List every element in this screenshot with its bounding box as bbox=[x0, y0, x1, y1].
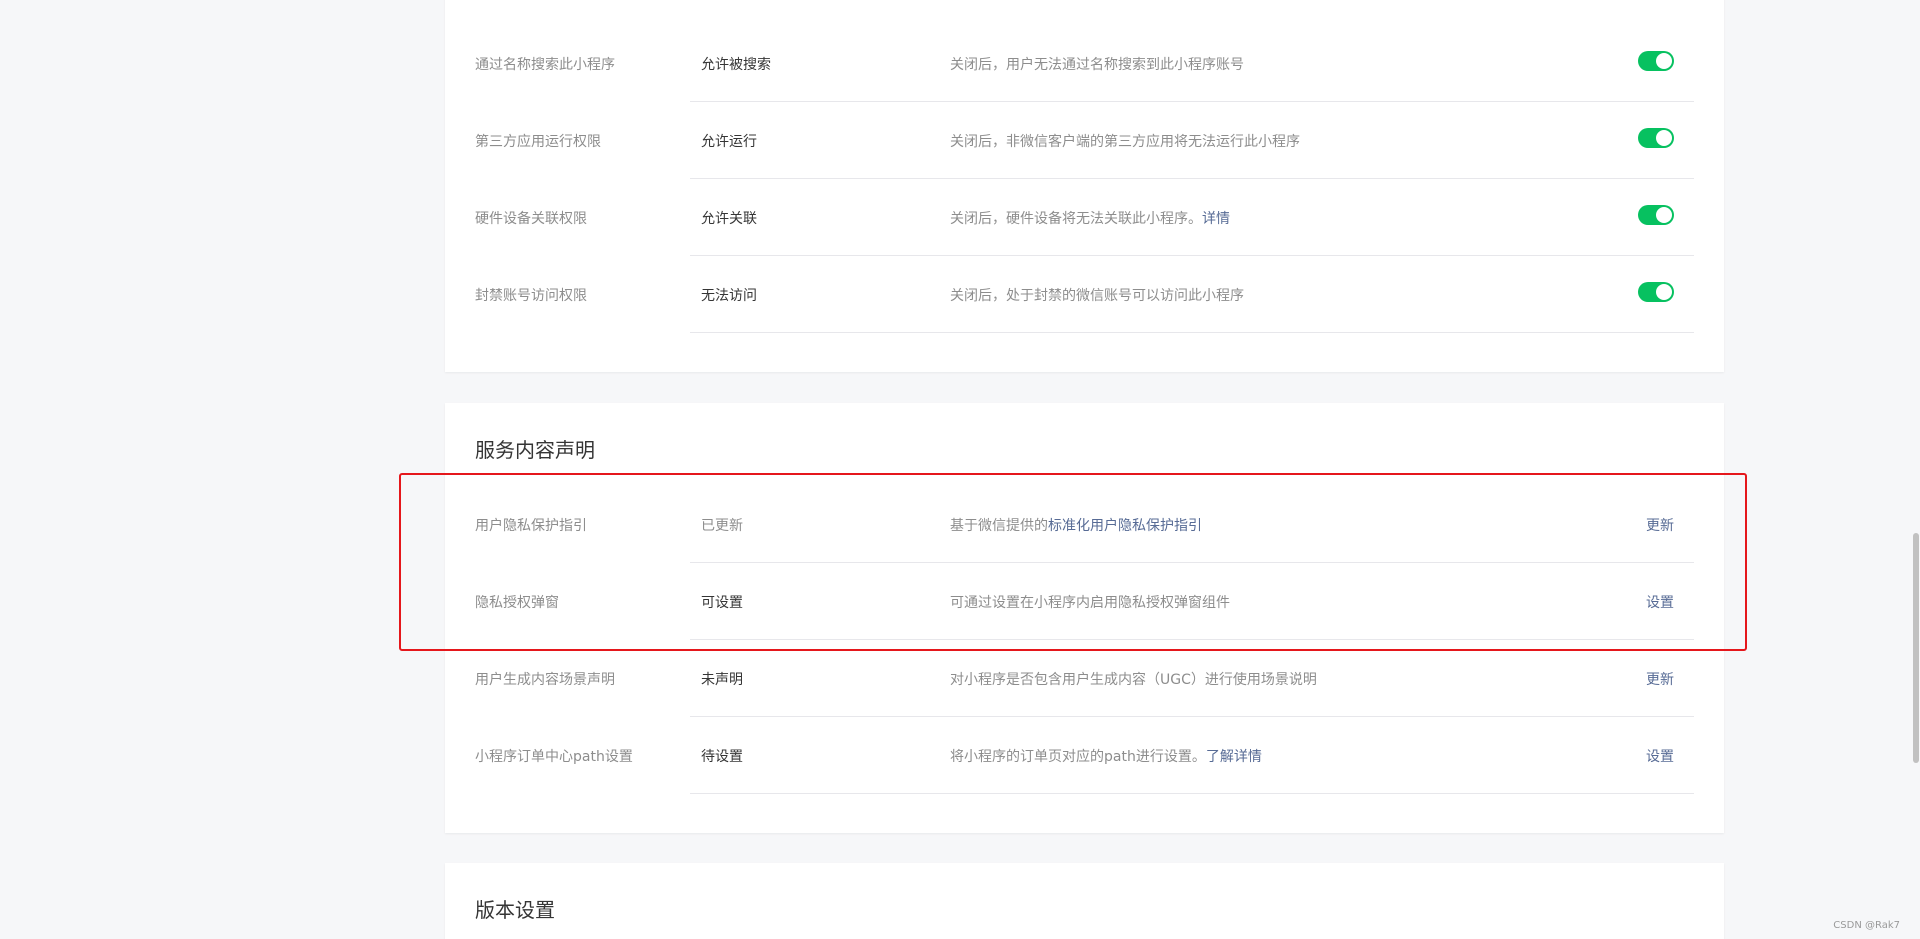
setting-row-order-path: 小程序订单中心path设置 待设置 将小程序的订单页对应的path进行设置。了解… bbox=[445, 717, 1724, 794]
service-declaration-card: 服务内容声明 用户隐私保护指引 已更新 基于微信提供的标准化用户隐私保护指引 更… bbox=[445, 403, 1724, 833]
setting-description: 可通过设置在小程序内启用隐私授权弹窗组件 bbox=[950, 595, 1230, 611]
details-link[interactable]: 详情 bbox=[1202, 211, 1230, 227]
setting-row-third-party: 第三方应用运行权限 允许运行 关闭后，非微信客户端的第三方应用将无法运行此小程序 bbox=[445, 102, 1724, 179]
page-scrollbar[interactable] bbox=[1912, 0, 1920, 939]
description-text: 将小程序的订单页对应的path进行设置。 bbox=[950, 749, 1206, 765]
set-order-path-button[interactable]: 设置 bbox=[1646, 746, 1674, 766]
setting-status: 可设置 bbox=[701, 595, 743, 611]
setting-label: 隐私授权弹窗 bbox=[475, 595, 559, 611]
privacy-permissions-card: 通过名称搜索此小程序 允许被搜索 关闭后，用户无法通过名称搜索到此小程序账号 第… bbox=[445, 0, 1724, 372]
setting-description: 关闭后，非微信客户端的第三方应用将无法运行此小程序 bbox=[950, 134, 1300, 150]
setting-row-banned-access: 封禁账号访问权限 无法访问 关闭后，处于封禁的微信账号可以访问此小程序 bbox=[445, 256, 1724, 333]
section-title: 版本设置 bbox=[475, 898, 555, 922]
setting-row-name-search: 通过名称搜索此小程序 允许被搜索 关闭后，用户无法通过名称搜索到此小程序账号 bbox=[445, 25, 1724, 102]
update-ugc-button[interactable]: 更新 bbox=[1646, 669, 1674, 689]
setting-status: 待设置 bbox=[701, 749, 743, 765]
setting-label: 通过名称搜索此小程序 bbox=[475, 57, 615, 73]
description-text: 基于微信提供的 bbox=[950, 518, 1048, 534]
name-search-toggle[interactable] bbox=[1638, 51, 1674, 71]
setting-description: 关闭后，硬件设备将无法关联此小程序。详情 bbox=[950, 208, 1230, 228]
setting-row-privacy-popup: 隐私授权弹窗 可设置 可通过设置在小程序内启用隐私授权弹窗组件 设置 bbox=[445, 563, 1724, 640]
setting-row-ugc: 用户生成内容场景声明 未声明 对小程序是否包含用户生成内容（UGC）进行使用场景… bbox=[445, 640, 1724, 717]
settings-page: 通过名称搜索此小程序 允许被搜索 关闭后，用户无法通过名称搜索到此小程序账号 第… bbox=[0, 0, 1920, 939]
watermark: CSDN @Rak7 bbox=[1833, 920, 1900, 931]
setting-description: 对小程序是否包含用户生成内容（UGC）进行使用场景说明 bbox=[950, 672, 1317, 688]
section-title: 服务内容声明 bbox=[475, 438, 595, 462]
setting-row-hardware: 硬件设备关联权限 允许关联 关闭后，硬件设备将无法关联此小程序。详情 bbox=[445, 179, 1724, 256]
setting-status: 已更新 bbox=[701, 518, 743, 534]
toggle-knob bbox=[1656, 130, 1672, 146]
setting-status: 允许关联 bbox=[701, 211, 757, 227]
setting-label: 用户生成内容场景声明 bbox=[475, 672, 615, 688]
permissions-list: 通过名称搜索此小程序 允许被搜索 关闭后，用户无法通过名称搜索到此小程序账号 第… bbox=[445, 25, 1724, 333]
third-party-toggle[interactable] bbox=[1638, 128, 1674, 148]
setting-status: 无法访问 bbox=[701, 288, 757, 304]
setting-status: 允许被搜索 bbox=[701, 57, 771, 73]
setting-label: 小程序订单中心path设置 bbox=[475, 749, 633, 765]
setting-description: 将小程序的订单页对应的path进行设置。了解详情 bbox=[950, 746, 1262, 766]
service-list: 用户隐私保护指引 已更新 基于微信提供的标准化用户隐私保护指引 更新 隐私授权弹… bbox=[445, 486, 1724, 794]
toggle-knob bbox=[1656, 53, 1672, 69]
update-privacy-guide-button[interactable]: 更新 bbox=[1646, 515, 1674, 535]
setting-label: 用户隐私保护指引 bbox=[475, 518, 587, 534]
hardware-toggle[interactable] bbox=[1638, 205, 1674, 225]
setting-status: 未声明 bbox=[701, 672, 743, 688]
version-settings-card: 版本设置 bbox=[445, 863, 1724, 939]
set-privacy-popup-button[interactable]: 设置 bbox=[1646, 592, 1674, 612]
learn-more-link[interactable]: 了解详情 bbox=[1206, 749, 1262, 765]
toggle-knob bbox=[1656, 284, 1672, 300]
setting-status: 允许运行 bbox=[701, 134, 757, 150]
setting-label: 封禁账号访问权限 bbox=[475, 288, 587, 304]
setting-row-privacy-guide: 用户隐私保护指引 已更新 基于微信提供的标准化用户隐私保护指引 更新 bbox=[445, 486, 1724, 563]
banned-access-toggle[interactable] bbox=[1638, 282, 1674, 302]
description-text: 关闭后，硬件设备将无法关联此小程序。 bbox=[950, 211, 1202, 227]
scrollbar-thumb[interactable] bbox=[1913, 533, 1919, 763]
setting-label: 第三方应用运行权限 bbox=[475, 134, 601, 150]
setting-description: 关闭后，处于封禁的微信账号可以访问此小程序 bbox=[950, 288, 1244, 304]
setting-description: 基于微信提供的标准化用户隐私保护指引 bbox=[950, 515, 1202, 535]
toggle-knob bbox=[1656, 207, 1672, 223]
setting-description: 关闭后，用户无法通过名称搜索到此小程序账号 bbox=[950, 57, 1244, 73]
setting-label: 硬件设备关联权限 bbox=[475, 211, 587, 227]
privacy-guide-link[interactable]: 标准化用户隐私保护指引 bbox=[1048, 518, 1202, 534]
